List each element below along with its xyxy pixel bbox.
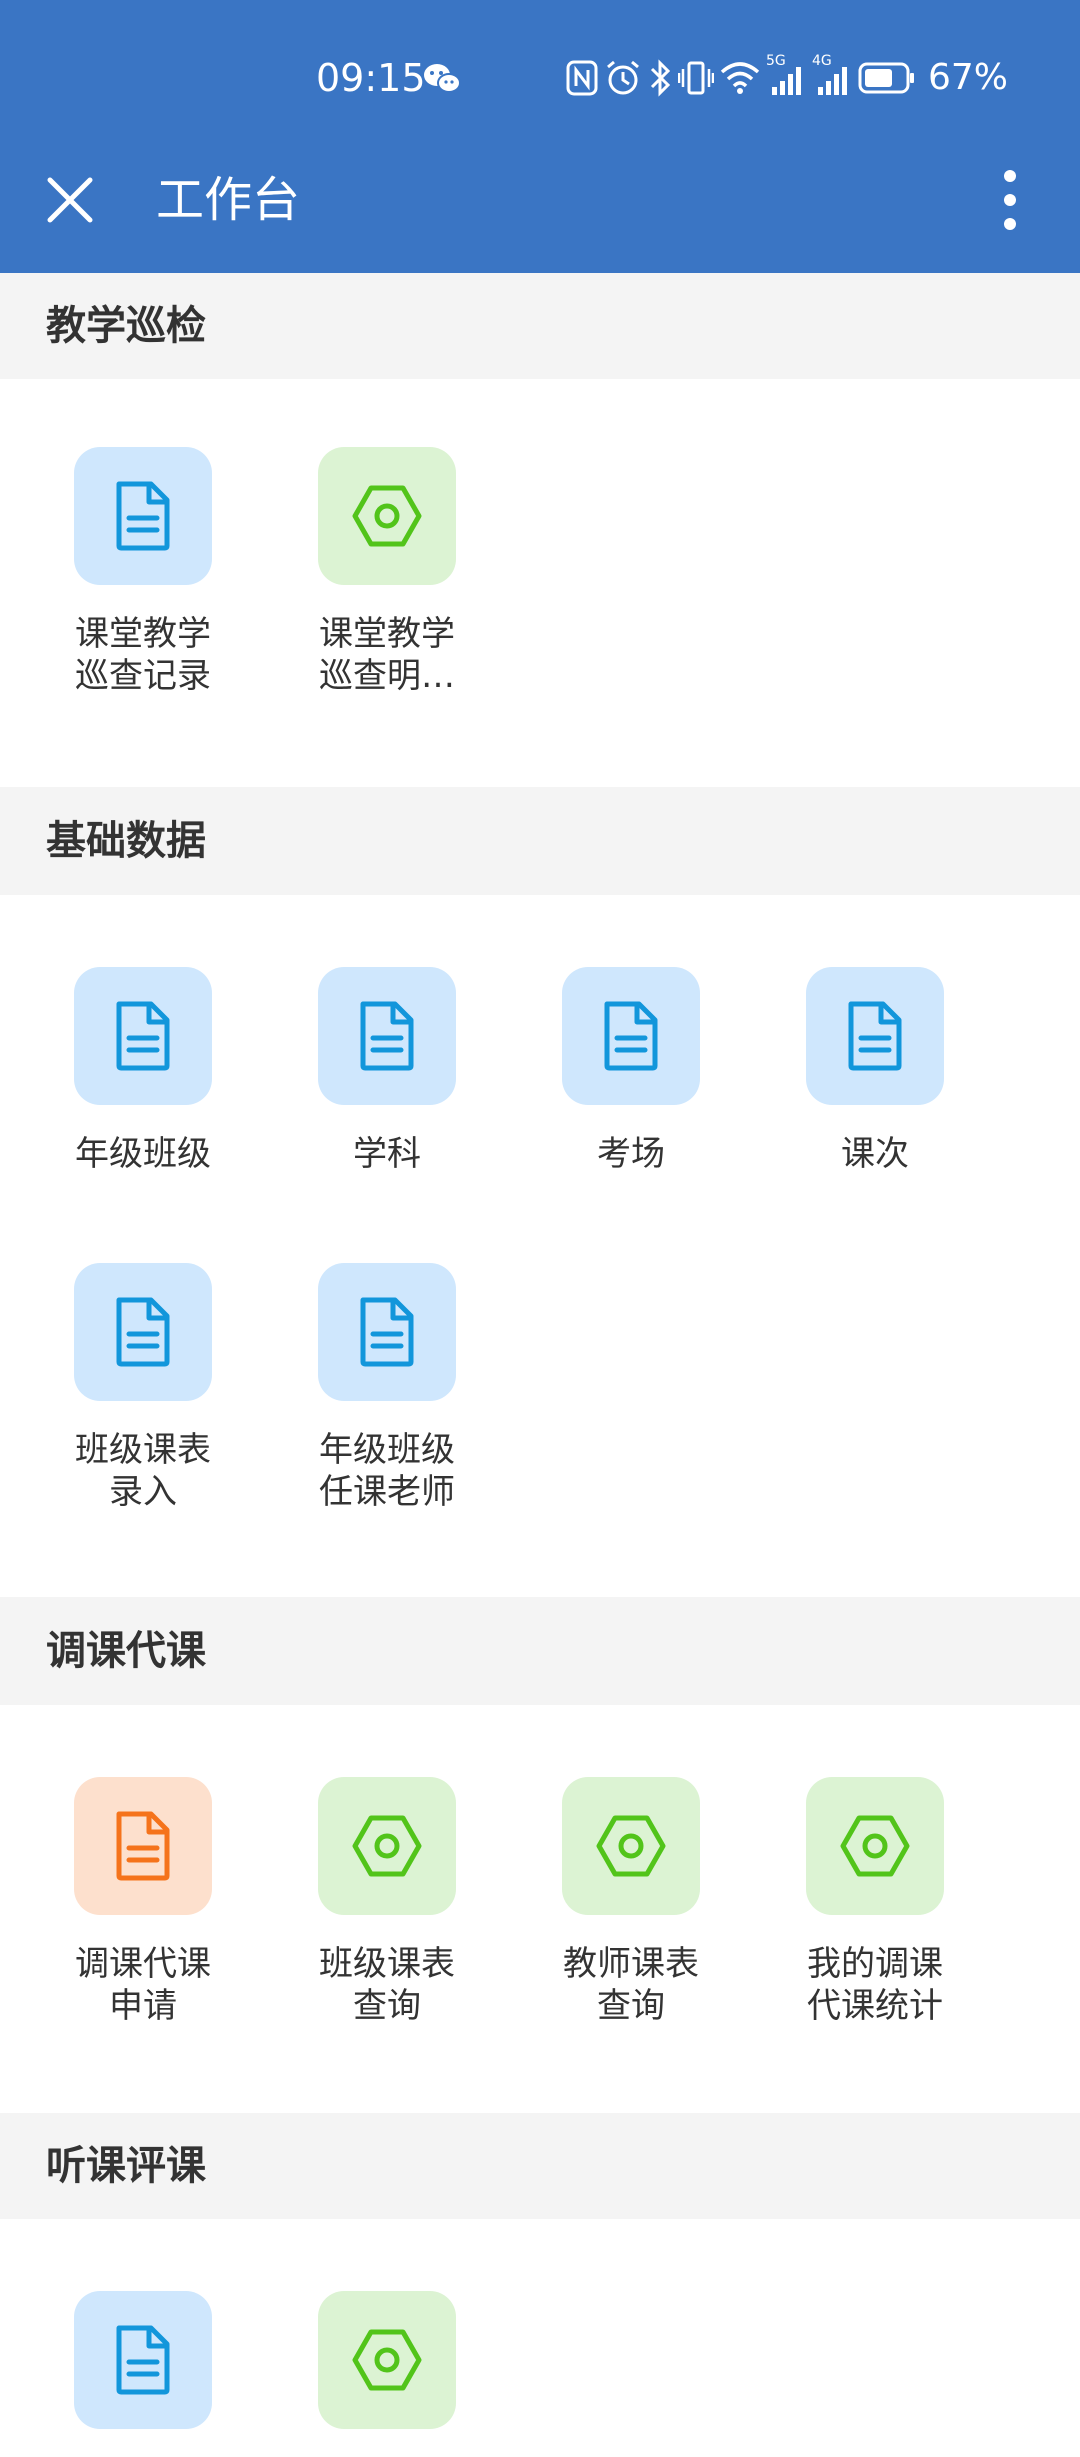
hexagon-icon (806, 1777, 944, 1915)
status-bar: 09:15 5G 4G 67% (0, 0, 1080, 150)
workbench-tile[interactable]: 我的调课 代课统计 (775, 1777, 975, 2027)
tile-label: 学科 (353, 1134, 421, 1174)
status-icons: 5G 4G 67% (566, 53, 1046, 100)
page-title: 工作台 (156, 172, 301, 228)
alarm-icon (607, 60, 639, 95)
section-title: 听课评课 (46, 2143, 206, 2189)
section-header: 基础数据 (0, 787, 1080, 895)
workbench-tile[interactable]: 年级班级 任课老师 (287, 1263, 487, 1513)
hexagon-icon (318, 1777, 456, 1915)
workbench-tile[interactable] (43, 2291, 243, 2457)
section-title: 教学巡检 (46, 303, 206, 349)
tile-label: 我的调课 代课统计 (807, 1944, 943, 2026)
section-header: 调课代课 (0, 1597, 1080, 1705)
signal-5g-icon (772, 67, 801, 95)
tile-label: 年级班级 (75, 1134, 211, 1174)
hexagon-icon (318, 2291, 456, 2429)
signal-4g-icon (818, 67, 847, 95)
workbench-tile[interactable]: 调课代课 申请 (43, 1777, 243, 2027)
workbench-tile[interactable]: 学科 (287, 967, 487, 1175)
section-title: 调课代课 (46, 1628, 206, 1674)
workbench-tile[interactable]: 班级课表 录入 (43, 1263, 243, 1513)
workbench-tile[interactable]: 课堂教学 巡查记录 (43, 447, 243, 697)
workbench-tile[interactable]: 课次 (775, 967, 975, 1175)
workbench-tile[interactable]: 班级课表 查询 (287, 1777, 487, 2027)
status-time: 09:15 (316, 56, 426, 100)
bluetooth-icon (650, 59, 671, 97)
tile-label: 课次 (841, 1134, 909, 1174)
document-icon (806, 967, 944, 1105)
tile-label: 调课代课 申请 (75, 1944, 211, 2026)
workbench-tile[interactable]: 课堂教学 巡查明… (287, 447, 487, 697)
workbench-tile[interactable]: 教师课表 查询 (531, 1777, 731, 2027)
document-icon (74, 967, 212, 1105)
tile-label: 教师课表 查询 (563, 1944, 699, 2026)
document-icon (318, 1263, 456, 1401)
wechat-icon (424, 64, 461, 93)
document-icon (562, 967, 700, 1105)
section-title: 基础数据 (46, 818, 206, 864)
document-icon (74, 1777, 212, 1915)
nfc-icon (566, 60, 598, 96)
more-options-icon[interactable] (990, 164, 1030, 236)
workbench-tile[interactable]: 年级班级 (43, 967, 243, 1175)
battery-percent: 67% (928, 57, 1009, 98)
document-icon (74, 1263, 212, 1401)
workbench-tile[interactable]: 考场 (531, 967, 731, 1175)
workbench-tile[interactable] (287, 2291, 487, 2457)
section-header: 教学巡检 (0, 273, 1080, 379)
wifi-icon (720, 62, 760, 94)
document-icon (318, 967, 456, 1105)
tile-label: 班级课表 录入 (75, 1430, 211, 1512)
hexagon-icon (562, 1777, 700, 1915)
app-header: 09:15 5G 4G 67% 工作台 (0, 0, 1080, 273)
signal-5g: 5G (766, 53, 806, 97)
close-icon[interactable] (44, 174, 96, 226)
tile-label: 班级课表 查询 (319, 1944, 455, 2026)
battery-icon (858, 62, 914, 94)
tile-label: 课堂教学 巡查明… (319, 614, 455, 696)
document-icon (74, 447, 212, 585)
tile-label: 年级班级 任课老师 (319, 1430, 455, 1512)
vibrate-icon (678, 61, 714, 95)
signal-4g: 4G (812, 53, 852, 97)
section-header: 听课评课 (0, 2113, 1080, 2219)
tile-label: 考场 (597, 1134, 665, 1174)
document-icon (74, 2291, 212, 2429)
tile-label: 课堂教学 巡查记录 (75, 614, 211, 696)
hexagon-icon (318, 447, 456, 585)
